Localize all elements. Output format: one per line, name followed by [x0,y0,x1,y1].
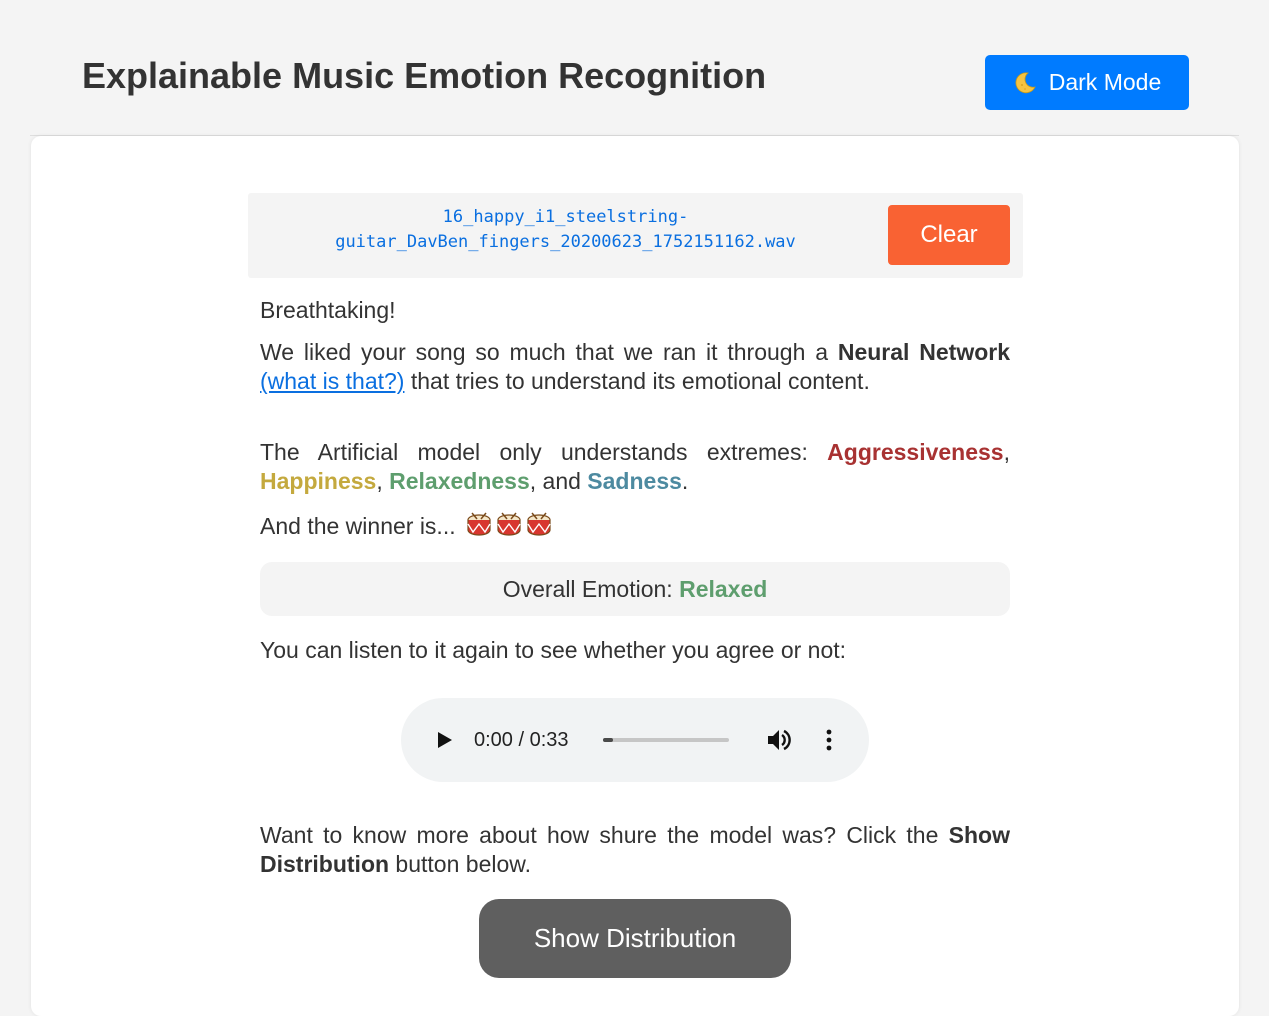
file-name-line2: guitar_DavBen_fingers_20200623_175215116… [335,232,796,252]
emotion-aggressiveness: Aggressiveness [827,439,1004,465]
distribution-text-1: Want to know more about how shure the mo… [260,822,949,848]
more-options-icon[interactable] [819,726,839,754]
audio-player: 0:00 / 0:33 [401,698,869,782]
intro-paragraph: We liked your song so much that we ran i… [260,338,1010,396]
overall-emotion-label: Overall Emotion: [502,576,680,602]
winner-text: And the winner is... [260,513,456,539]
model-paragraph: The Artificial model only understands ex… [260,438,1010,496]
play-icon[interactable] [433,728,455,752]
neural-network-term: Neural Network [837,339,1011,365]
drum-icon [527,512,551,536]
separator: , [376,468,390,494]
period: . [681,468,689,494]
audio-progress-fill [603,738,613,742]
separator: , and [529,468,588,494]
intro-text-1: We liked your song so much that we ran i… [260,339,838,365]
distribution-text: Want to know more about how shure the mo… [260,821,1010,879]
header: Explainable Music Emotion Recognition Da… [0,0,1269,135]
winner-line: And the winner is... [260,512,1010,541]
distribution-text-2: button below. [389,851,531,877]
emotion-sadness: Sadness [587,468,682,494]
dark-mode-label: Dark Mode [1048,69,1162,95]
page-title: Explainable Music Emotion Recognition [82,55,767,96]
drum-icon [497,512,521,536]
exclamation: Breathtaking! [260,297,396,323]
what-is-that-link[interactable]: (what is that?) [260,368,404,394]
emotion-happiness: Happiness [260,468,377,494]
audio-progress-bar[interactable] [603,738,729,742]
clear-button[interactable]: Clear [888,205,1010,265]
intro-text-2: that tries to understand its emotional c… [404,368,870,394]
file-name-line1: 16_happy_i1_steelstring- [442,207,689,227]
drum-icon [467,512,491,536]
file-name: 16_happy_i1_steelstring- guitar_DavBen_f… [278,205,853,255]
overall-emotion-box: Overall Emotion: Relaxed [260,562,1010,616]
audio-time: 0:00 / 0:33 [474,729,569,751]
model-intro-text: The Artificial model only understands ex… [260,439,828,465]
main-card: 16_happy_i1_steelstring- guitar_DavBen_f… [31,136,1239,1016]
show-distribution-button[interactable]: Show Distribution [479,899,791,978]
emotion-relaxedness: Relaxedness [389,468,530,494]
dark-mode-button[interactable]: Dark Mode [985,55,1189,110]
overall-emotion-value: Relaxed [679,576,768,602]
file-bar: 16_happy_i1_steelstring- guitar_DavBen_f… [248,193,1023,278]
moon-icon [1015,71,1036,93]
separator: , [1003,439,1010,465]
volume-icon[interactable] [765,726,793,754]
listen-text: You can listen to it again to see whethe… [260,637,847,663]
